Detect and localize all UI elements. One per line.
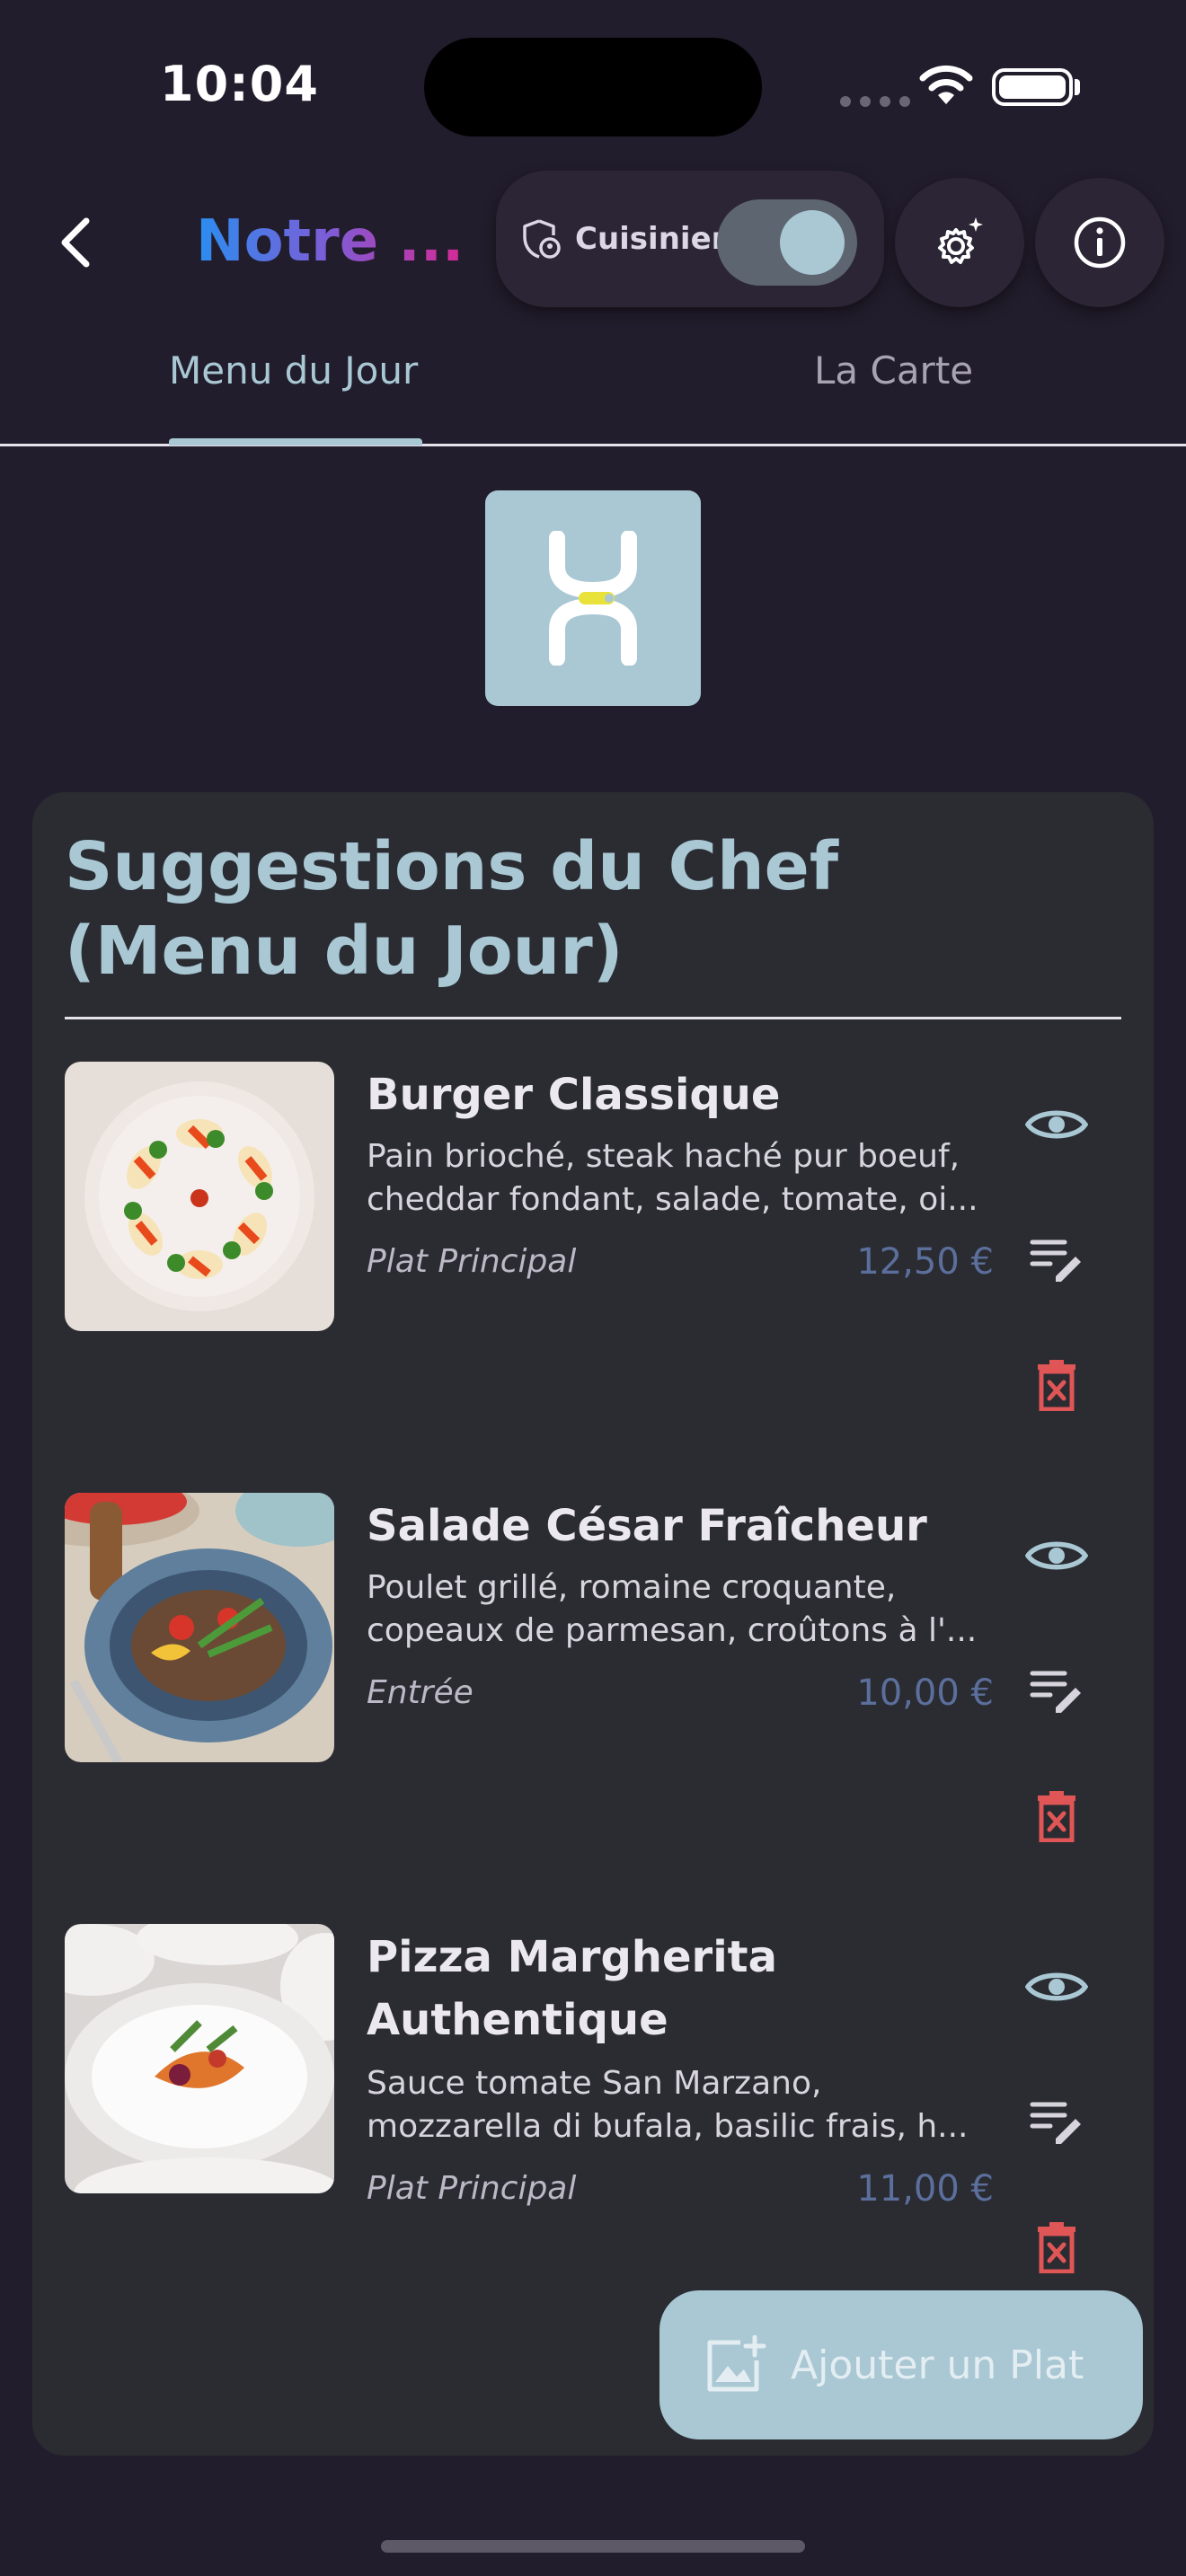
page-title: Notre ... [196,208,465,275]
back-button[interactable] [47,205,104,280]
status-time: 10:04 [160,56,319,112]
tab-menu-du-jour[interactable]: Menu du Jour [169,348,418,393]
cook-mode-label: Cuisinier [575,221,727,257]
delete-icon [1038,2222,1075,2273]
dynamic-island [424,38,762,137]
info-icon [1074,216,1126,269]
dish-description: copeaux de parmesan, croûtons à l'... [367,1612,978,1649]
dish-description: mozzarella di bufala, basilic frais, h..… [367,2108,969,2145]
dish-name: Pizza Margherita [367,1932,777,1982]
cook-mode-switch[interactable] [717,199,857,286]
edit-list-icon [1030,1239,1081,1282]
signal-icon [840,93,919,110]
delete-dish-button[interactable] [1015,1344,1098,1426]
dish-name: Authentique [367,1995,668,2045]
tab-la-carte[interactable]: La Carte [814,348,973,393]
dish-image [65,1924,334,2193]
chevron-left-icon [61,217,90,268]
view-dish-button[interactable] [1015,1083,1098,1166]
wifi-icon [918,63,974,110]
view-dish-button[interactable] [1015,1514,1098,1597]
dish-image [65,1493,334,1762]
delete-dish-button[interactable] [1015,1775,1098,1857]
edit-list-icon [1030,1671,1081,1713]
add-photo-icon [707,2335,766,2392]
dish-description: cheddar fondant, salade, tomate, oi... [367,1181,978,1218]
section-title: Suggestions du Chef (Menu du Jour) [65,828,839,990]
tab-indicator [169,438,422,446]
add-dish-button[interactable]: Ajouter un Plat [659,2290,1143,2439]
dish-price: 10,00 € [856,1672,994,1714]
dish-name: Burger Classique [367,1070,781,1120]
dish-category: Plat Principal [367,2170,577,2207]
dish-category: Entrée [367,1674,474,1711]
cook-mode-toggle[interactable]: Cuisinier [496,171,884,307]
dish-description: Pain brioché, steak haché pur boeuf, [367,1138,960,1175]
restaurant-logo [485,490,701,706]
switch-knob [780,210,845,275]
section-divider [65,1017,1121,1019]
delete-icon [1038,1360,1075,1411]
view-dish-button[interactable] [1015,1945,1098,2028]
gear-sparkle-icon [938,217,983,264]
edit-dish-button[interactable] [1015,1218,1098,1301]
edit-dish-button[interactable] [1015,2080,1098,2163]
delete-dish-button[interactable] [1015,2206,1098,2289]
edit-dish-button[interactable] [1015,1649,1098,1732]
eye-icon [1025,1110,1088,1139]
edit-list-icon [1030,2102,1081,2144]
dish-image [65,1062,334,1331]
delete-icon [1038,1791,1075,1842]
settings-button[interactable] [895,178,1024,307]
eye-icon [1025,1972,1088,2001]
dish-description: Sauce tomate San Marzano, [367,2065,822,2102]
dish-name: Salade César Fraîcheur [367,1501,927,1551]
info-button[interactable] [1035,178,1164,307]
battery-icon [992,68,1073,106]
home-indicator [381,2540,805,2553]
dish-description: Poulet grillé, romaine croquante, [367,1569,897,1606]
dish-category: Plat Principal [367,1243,577,1280]
add-dish-label: Ajouter un Plat [791,2342,1084,2388]
dish-price: 11,00 € [856,2168,994,2210]
shield-user-icon [523,219,561,259]
eye-icon [1025,1541,1088,1570]
dish-price: 12,50 € [856,1241,994,1283]
